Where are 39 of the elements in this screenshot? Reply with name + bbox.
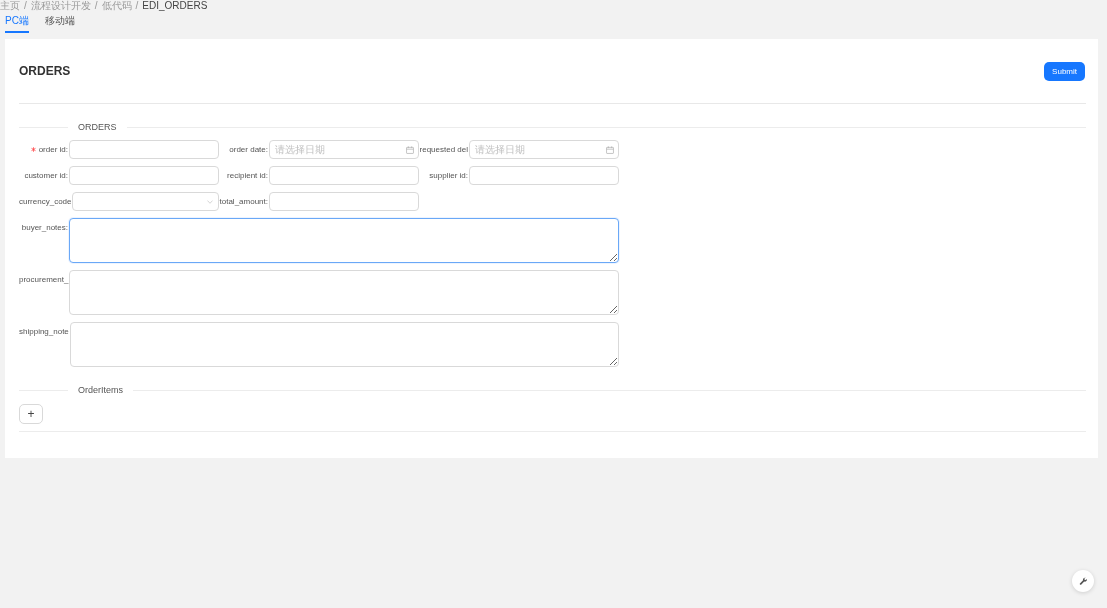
textarea-field[interactable] <box>69 322 619 367</box>
field-label: recipient id: <box>227 171 268 180</box>
textarea-field[interactable] <box>69 218 619 263</box>
field-label: shipping_note <box>19 327 69 336</box>
tab[interactable]: PC端 <box>5 15 29 33</box>
add-button[interactable]: + <box>19 404 43 424</box>
tool-button[interactable] <box>1072 570 1094 592</box>
field-label: supplier id: <box>429 171 468 180</box>
field-label: customer id: <box>24 171 68 180</box>
chevron-down-icon <box>207 199 213 204</box>
input-field[interactable] <box>269 192 419 211</box>
tab[interactable]: 移动端 <box>44 15 75 33</box>
input-field[interactable] <box>69 140 219 159</box>
wrench-icon <box>1078 576 1088 586</box>
section-title: ORDERS <box>77 122 118 132</box>
field-label: order date: <box>229 145 268 154</box>
breadcrumb-separator: / <box>24 0 27 11</box>
breadcrumb-item[interactable]: 流程设计开发 <box>30 0 91 11</box>
form-title: ORDERS <box>19 64 71 78</box>
submit-button[interactable]: Submit <box>1044 61 1085 81</box>
field-label: procurement_ <box>19 275 69 284</box>
input-field[interactable] <box>69 166 219 185</box>
breadcrumb-separator: / <box>135 0 139 11</box>
input-field[interactable] <box>469 166 619 185</box>
calendar-icon <box>606 145 614 154</box>
section-title: OrderItems <box>77 385 124 395</box>
breadcrumb-separator: / <box>94 0 98 11</box>
breadcrumb-item[interactable]: 低代码 <box>101 0 132 11</box>
calendar-icon <box>406 145 414 154</box>
breadcrumb-item[interactable]: 主页 <box>0 0 20 11</box>
input-field[interactable] <box>269 166 419 185</box>
field-label: order id: <box>38 145 68 154</box>
field-label: currency_code <box>19 197 72 206</box>
select-field[interactable] <box>72 192 219 211</box>
field-label: buyer_notes: <box>21 223 68 232</box>
field-label: requested del <box>419 145 468 154</box>
field-label: total_amount: <box>219 197 268 206</box>
breadcrumb-item: EDI_ORDERS <box>142 0 208 11</box>
textarea-field[interactable] <box>69 270 619 315</box>
